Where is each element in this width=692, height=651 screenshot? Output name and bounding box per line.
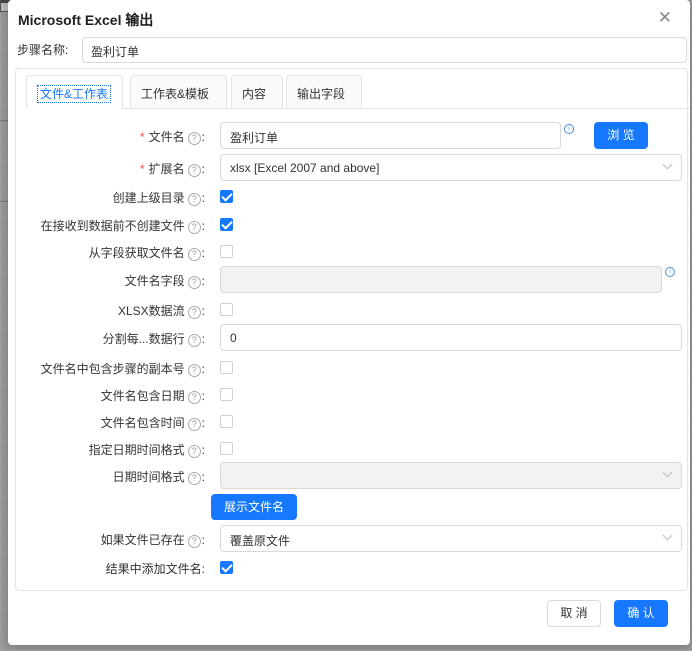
show-filename-button[interactable]: 展示文件名	[211, 494, 297, 520]
question-circle-icon[interactable]: ?	[187, 164, 201, 177]
xlsx-stream-label: XLSX数据流	[117, 304, 185, 318]
include-time-label: 文件名包含时间	[100, 416, 185, 430]
create-parent-dir-row-label: 创建上级目录?:	[112, 191, 205, 206]
step-name-input[interactable]: 盈利订单	[82, 37, 687, 63]
specify-format-checkbox[interactable]	[220, 442, 233, 455]
required-mark: *	[139, 162, 145, 176]
if-exists-value: 覆盖原文件	[230, 534, 291, 548]
excel-output-dialog: Microsoft Excel 输出 ✕ 步骤名称: 盈利订单 文件&工作表 工…	[8, 0, 690, 645]
close-icon[interactable]: ✕	[658, 8, 672, 28]
filename-field-row-label: 文件名字段?:	[124, 274, 205, 289]
question-circle-icon[interactable]: ?	[187, 248, 201, 261]
specify-format-row-label: 指定日期时间格式?:	[88, 443, 205, 458]
question-circle-icon[interactable]: ?	[187, 391, 201, 404]
tab-content[interactable]: 内容	[231, 75, 283, 108]
specify-format-label: 指定日期时间格式	[88, 443, 185, 457]
date-format-row-label: 日期时间格式?:	[112, 470, 205, 485]
filename-from-field-checkbox[interactable]	[220, 245, 233, 258]
include-date-checkbox[interactable]	[220, 388, 233, 401]
chevron-down-icon	[662, 159, 673, 170]
include-stepnr-label: 文件名中包含步骤的副本号	[40, 362, 185, 376]
question-circle-icon[interactable]: ?	[187, 445, 201, 458]
question-circle-icon[interactable]: ?	[187, 334, 201, 347]
required-mark: *	[139, 130, 145, 144]
filename-from-field-label: 从字段获取文件名	[88, 246, 185, 260]
browse-button[interactable]: 浏 览	[594, 122, 648, 149]
filename-label: 文件名	[148, 130, 185, 144]
if-exists-select[interactable]: 覆盖原文件	[220, 525, 682, 552]
info-circle-icon[interactable]: i	[665, 267, 675, 277]
tab-file-sheet-label: 文件&工作表	[37, 85, 112, 103]
include-stepnr-checkbox[interactable]	[220, 361, 233, 374]
tab-sheet-template-label: 工作表&模板	[141, 87, 210, 101]
tab-output-fields[interactable]: 输出字段	[286, 75, 362, 108]
date-format-select[interactable]	[220, 462, 682, 489]
filename-from-field-row-label: 从字段获取文件名?:	[88, 246, 205, 261]
question-circle-icon[interactable]: ?	[187, 306, 201, 319]
include-stepnr-row-label: 文件名中包含步骤的副本号?:	[40, 362, 205, 377]
question-circle-icon[interactable]: ?	[187, 193, 201, 206]
question-circle-icon[interactable]: ?	[187, 418, 201, 431]
create-parent-dir-checkbox[interactable]	[220, 190, 233, 203]
step-name-label: 步骤名称:	[17, 43, 69, 57]
no-create-until-data-row-label: 在接收到数据前不创建文件?:	[40, 219, 205, 234]
filename-row-label: * 文件名?:	[139, 130, 205, 145]
add-to-result-row-label: 结果中添加文件名:	[106, 560, 205, 577]
split-every-input[interactable]: 0	[220, 324, 682, 351]
extension-value: xlsx [Excel 2007 and above]	[230, 161, 380, 175]
xlsx-stream-checkbox[interactable]	[220, 303, 233, 316]
cancel-button[interactable]: 取 消	[547, 600, 601, 627]
tab-file-sheet[interactable]: 文件&工作表	[26, 75, 123, 108]
dialog-title: Microsoft Excel 输出	[18, 12, 154, 28]
chevron-down-icon	[662, 530, 673, 541]
question-circle-icon[interactable]: ?	[187, 276, 201, 289]
question-circle-icon[interactable]: ?	[187, 472, 201, 485]
filename-field-label: 文件名字段	[124, 274, 185, 288]
create-parent-dir-label: 创建上级目录	[112, 191, 185, 205]
tab-sheet-template[interactable]: 工作表&模板	[130, 75, 227, 108]
extension-row-label: * 扩展名?:	[139, 162, 205, 177]
question-circle-icon[interactable]: ?	[187, 221, 201, 234]
include-time-row-label: 文件名包含时间?:	[100, 416, 205, 431]
date-format-label: 日期时间格式	[112, 470, 185, 484]
question-circle-icon[interactable]: ?	[187, 535, 201, 548]
add-to-result-label: 结果中添加文件名:	[105, 562, 205, 576]
chevron-down-icon	[662, 467, 673, 478]
no-create-until-data-label: 在接收到数据前不创建文件	[40, 219, 185, 233]
tab-divider	[122, 108, 690, 109]
filename-input[interactable]: 盈利订单	[220, 122, 561, 149]
split-every-label: 分割每...数据行	[102, 332, 185, 346]
if-exists-label: 如果文件已存在	[100, 533, 185, 547]
extension-label: 扩展名	[148, 162, 185, 176]
extension-select[interactable]: xlsx [Excel 2007 and above]	[220, 154, 682, 181]
confirm-button[interactable]: 确 认	[614, 600, 668, 627]
if-exists-row-label: 如果文件已存在?:	[100, 533, 205, 548]
split-every-row-label: 分割每...数据行?:	[102, 332, 205, 347]
tab-content-label: 内容	[242, 87, 267, 101]
include-date-row-label: 文件名包含日期?:	[100, 389, 205, 404]
tab-output-fields-label: 输出字段	[297, 87, 346, 101]
add-to-result-checkbox[interactable]	[220, 561, 233, 574]
filename-field-input[interactable]	[220, 266, 662, 293]
include-time-checkbox[interactable]	[220, 415, 233, 428]
include-date-label: 文件名包含日期	[100, 389, 185, 403]
info-circle-icon[interactable]: i	[564, 124, 574, 134]
question-circle-icon[interactable]: ?	[187, 364, 201, 377]
no-create-until-data-checkbox[interactable]	[220, 218, 233, 231]
question-circle-icon[interactable]: ?	[187, 132, 201, 145]
xlsx-stream-row-label: XLSX数据流?:	[117, 304, 205, 319]
